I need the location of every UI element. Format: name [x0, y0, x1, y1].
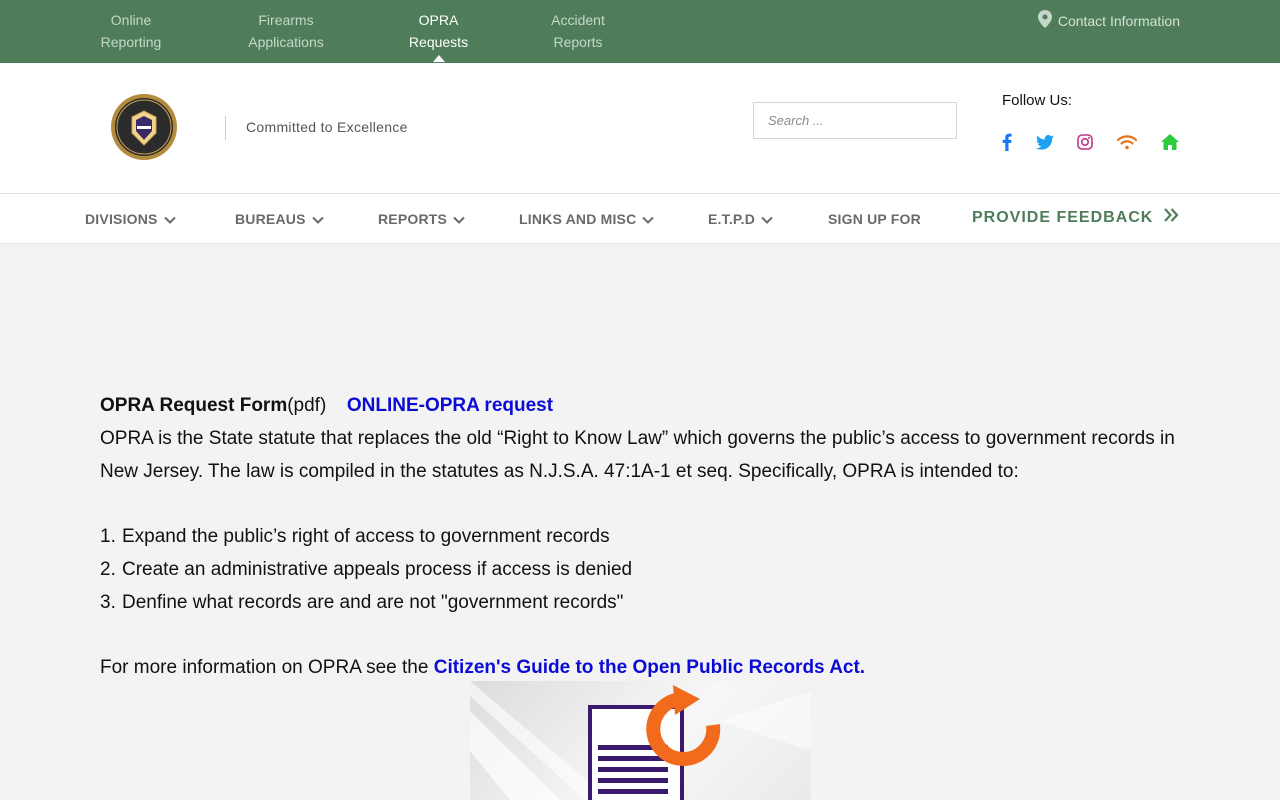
- top-link-line1: Firearms: [258, 12, 314, 28]
- top-link-line1: Accident: [551, 12, 605, 28]
- site-tagline: Committed to Excellence: [246, 119, 408, 135]
- list-text: Create an administrative appeals process…: [122, 559, 633, 580]
- top-link-line2: Requests: [408, 34, 469, 50]
- nav-label: DIVISIONS: [85, 211, 158, 227]
- search-input[interactable]: [753, 102, 957, 139]
- opra-intro-paragraph: OPRA is the State statute that replaces …: [100, 428, 1175, 482]
- double-chevron-right-icon: [1163, 208, 1179, 227]
- nav-etpd[interactable]: E.T.P.D: [708, 211, 773, 227]
- top-link-opra-requests[interactable]: OPRA Requests: [408, 9, 469, 62]
- provide-feedback-link[interactable]: PROVIDE FEEDBACK: [972, 208, 1179, 227]
- pdf-suffix: (pdf): [287, 395, 327, 416]
- top-link-line2: Reports: [553, 34, 603, 50]
- form-links-row: OPRA Request Form(pdf) ONLINE-OPRA reque…: [100, 389, 1190, 422]
- nav-label: BUREAUS: [235, 211, 306, 227]
- chevron-down-icon: [642, 211, 655, 227]
- evesham-police-badge-logo[interactable]: [110, 93, 178, 161]
- top-link-accident-reports[interactable]: Accident Reports: [549, 9, 607, 53]
- top-link-firearms-applications[interactable]: Firearms Applications: [246, 9, 326, 53]
- online-opra-request-link[interactable]: ONLINE-OPRA request: [347, 395, 553, 416]
- header-divider: [225, 116, 226, 140]
- chevron-down-icon: [453, 211, 465, 227]
- list-number: 2.: [100, 559, 116, 580]
- nav-sign-up-for[interactable]: SIGN UP FOR: [828, 211, 921, 227]
- list-text: Expand the public’s right of access to g…: [122, 526, 610, 547]
- nav-bureaus[interactable]: BUREAUS: [235, 211, 324, 227]
- more-info-line: For more information on OPRA see the Cit…: [100, 651, 1190, 684]
- list-text: Denfine what records are and are not "go…: [122, 592, 624, 613]
- top-bar: Online Reporting Firearms Applications O…: [0, 0, 1280, 63]
- contact-label: Contact Information: [1057, 12, 1180, 29]
- nav-reports[interactable]: REPORTS: [378, 211, 465, 227]
- nav-label: LINKS AND MISC: [519, 211, 637, 227]
- twitter-icon[interactable]: [1035, 132, 1055, 152]
- home-icon[interactable]: [1160, 132, 1180, 152]
- more-info-prefix: For more information on OPRA see the: [100, 657, 434, 678]
- nav-links-and-misc[interactable]: LINKS AND MISC: [519, 211, 655, 227]
- rss-icon[interactable]: [1117, 132, 1137, 152]
- feedback-label: PROVIDE FEEDBACK: [972, 208, 1154, 226]
- top-link-line1: OPRA: [418, 12, 459, 28]
- document-refresh-icon: [470, 681, 811, 800]
- nav-label: REPORTS: [378, 211, 448, 227]
- citizens-guide-link[interactable]: Citizen's Guide to the Open Public Recor…: [434, 657, 865, 678]
- top-link-line2: Reporting: [100, 34, 162, 50]
- facebook-icon[interactable]: [997, 132, 1017, 152]
- follow-us-label: Follow Us:: [1002, 92, 1073, 109]
- chevron-down-icon: [311, 211, 324, 227]
- map-pin-icon: [1037, 10, 1052, 31]
- nav-label: SIGN UP FOR: [828, 211, 921, 227]
- contact-information-link[interactable]: Contact Information: [1037, 10, 1180, 31]
- top-link-line1: Online: [110, 12, 152, 28]
- chevron-down-icon: [761, 211, 773, 227]
- list-number: 3.: [100, 592, 116, 613]
- list-number: 1.: [100, 526, 116, 547]
- list-item: 1. Expand the public’s right of access t…: [100, 520, 1190, 553]
- nav-label: E.T.P.D: [708, 211, 756, 227]
- main-content: OPRA Request Form(pdf) ONLINE-OPRA reque…: [100, 389, 1190, 684]
- top-link-line2: Applications: [248, 34, 324, 50]
- nav-divisions[interactable]: DIVISIONS: [85, 211, 176, 227]
- opra-form-label[interactable]: OPRA Request Form: [100, 395, 287, 416]
- list-item: 3. Denfine what records are and are not …: [100, 586, 1190, 619]
- top-link-online-reporting[interactable]: Online Reporting: [100, 9, 162, 53]
- main-navigation: DIVISIONS BUREAUS REPORTS LINKS AND MISC…: [0, 193, 1280, 244]
- opra-document-image: [470, 681, 811, 800]
- opra-purpose-list: 1. Expand the public’s right of access t…: [100, 520, 1190, 619]
- chevron-down-icon: [163, 211, 176, 227]
- list-item: 2. Create an administrative appeals proc…: [100, 553, 1190, 586]
- site-header: Committed to Excellence Follow Us:: [0, 63, 1280, 193]
- instagram-icon[interactable]: [1075, 132, 1095, 152]
